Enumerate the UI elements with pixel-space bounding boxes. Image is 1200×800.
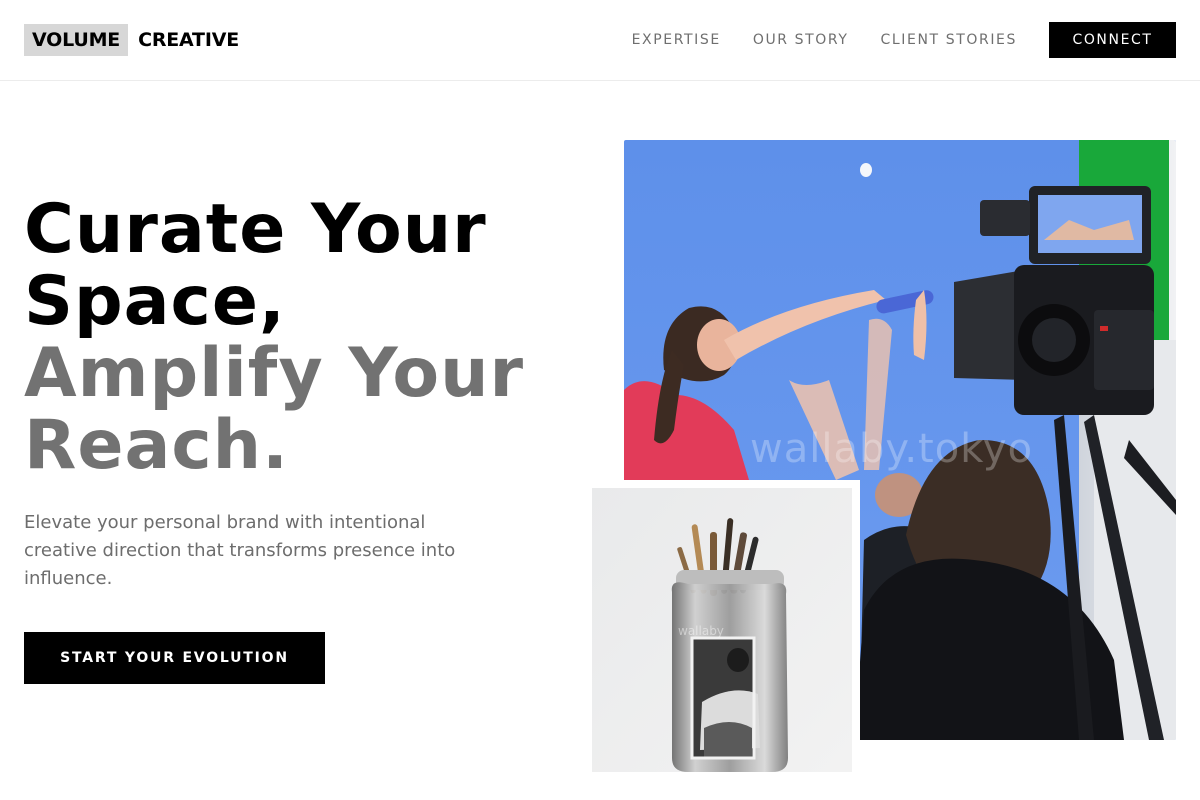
site-header: VOLUME CREATIVE EXPERTISE OUR STORY CLIE… bbox=[0, 0, 1200, 81]
brand-logo-boxed-word: VOLUME bbox=[24, 24, 129, 56]
hero-title-line-3: Amplify Your bbox=[24, 334, 525, 413]
hero-subtitle: Elevate your personal brand with intenti… bbox=[24, 512, 456, 589]
hero-title-line-2: Space, bbox=[24, 262, 286, 341]
page: VOLUME CREATIVE EXPERTISE OUR STORY CLIE… bbox=[0, 0, 1200, 800]
hero-title-line-1: Curate Your bbox=[24, 190, 487, 269]
main-photo-watermark: wallaby.tokyo bbox=[750, 426, 1034, 472]
nav-link-client-stories[interactable]: CLIENT STORIES bbox=[881, 32, 1017, 48]
brand-logo-word: CREATIVE bbox=[138, 29, 239, 51]
connect-button[interactable]: CONNECT bbox=[1049, 22, 1176, 58]
hero-title: Curate Your Space, Amplify Your Reach. bbox=[24, 194, 584, 482]
brand-logo[interactable]: VOLUME CREATIVE bbox=[24, 24, 239, 56]
main-nav: EXPERTISE OUR STORY CLIENT STORIES CONNE… bbox=[632, 22, 1176, 58]
nav-link-expertise[interactable]: EXPERTISE bbox=[632, 32, 721, 48]
start-evolution-button[interactable]: START YOUR EVOLUTION bbox=[24, 632, 325, 684]
brush-jar-photo: wallaby bbox=[592, 488, 852, 772]
hero-title-line-4: Reach. bbox=[24, 406, 289, 485]
nav-link-our-story[interactable]: OUR STORY bbox=[753, 32, 849, 48]
small-photo-watermark: wallaby bbox=[678, 624, 724, 638]
